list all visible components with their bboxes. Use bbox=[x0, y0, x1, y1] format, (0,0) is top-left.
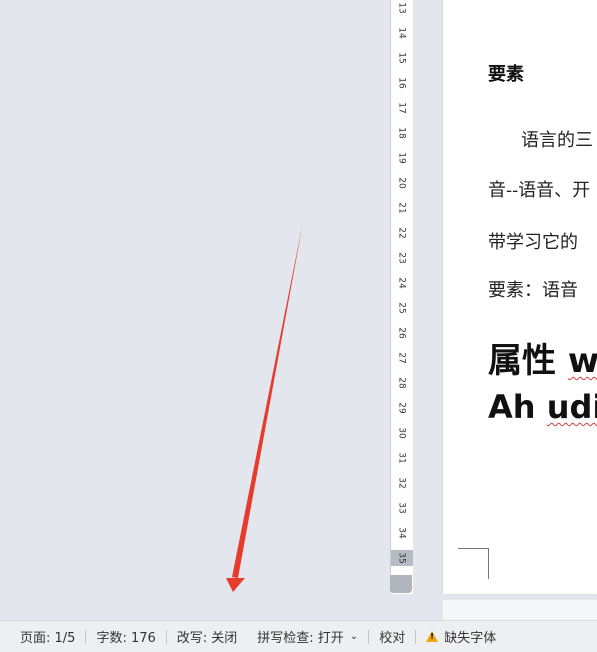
ruler-tick-label: 27 bbox=[396, 352, 407, 364]
ruler-tick-label: 26 bbox=[396, 327, 407, 339]
document-page[interactable]: 要素 语言的三 音--语音、开 带学习它的 要素：语音 属性 w Ah udi bbox=[443, 0, 597, 594]
paragraph-line: 要素：语音 bbox=[488, 280, 578, 301]
warning-icon bbox=[426, 631, 439, 642]
ruler-tick-label: 22 bbox=[396, 227, 407, 239]
large-heading-line-1: 属性 w bbox=[488, 333, 597, 382]
heading-text: 属性 bbox=[488, 341, 568, 381]
ruler-tick-label: 14 bbox=[396, 27, 407, 39]
spellcheck-flagged-text[interactable]: w bbox=[568, 341, 597, 381]
ruler-tick-23: 23 bbox=[391, 250, 413, 266]
ruler-tick-label: 30 bbox=[396, 427, 407, 439]
page-margin-corner-mark bbox=[458, 548, 489, 579]
ruler-tick-label: 20 bbox=[396, 177, 407, 189]
ruler-tick-26: 26 bbox=[391, 325, 413, 341]
ruler-tick-22: 22 bbox=[391, 225, 413, 241]
ruler-tick-label: 29 bbox=[396, 402, 407, 414]
ruler-tick-30: 30 bbox=[391, 425, 413, 441]
ruler-tick-27: 27 bbox=[391, 350, 413, 366]
ruler-end-marker bbox=[390, 575, 412, 593]
ruler-tick-25: 25 bbox=[391, 300, 413, 316]
ruler-tick-label: 25 bbox=[396, 302, 407, 314]
ruler-tick-label: 35 bbox=[396, 552, 407, 564]
annotation-red-arrow bbox=[226, 222, 303, 592]
proofread-button[interactable]: 校对 bbox=[369, 621, 415, 652]
ruler-tick-label: 24 bbox=[396, 277, 407, 289]
ruler-tick-label: 34 bbox=[396, 527, 407, 539]
page-indicator[interactable]: 页面: 1/5 bbox=[0, 621, 85, 652]
ruler-tick-label: 23 bbox=[396, 252, 407, 264]
ruler-tick-17: 17 bbox=[391, 100, 413, 116]
chevron-down-icon: ⌄ bbox=[349, 631, 359, 642]
spellcheck-label: 拼写检查: 打开 bbox=[257, 631, 344, 646]
ruler-tick-15: 15 bbox=[391, 50, 413, 66]
ruler-tick-13: 13 bbox=[391, 0, 413, 16]
vertical-ruler[interactable]: 13 14 15 16 17 18 19 20 21 22 23 24 25 26 27 28 29 30 31 32… bbox=[390, 0, 414, 594]
ruler-tick-16: 16 bbox=[391, 75, 413, 91]
ruler-tick-21: 21 bbox=[391, 200, 413, 216]
ruler-tick-label: 16 bbox=[396, 77, 407, 89]
overwrite-mode-toggle[interactable]: 改写: 关闭 bbox=[167, 621, 248, 652]
ruler-tick-24: 24 bbox=[391, 275, 413, 291]
ruler-tick-label: 33 bbox=[396, 502, 407, 514]
ruler-tick-label: 31 bbox=[396, 452, 407, 464]
ruler-tick-label: 17 bbox=[396, 102, 407, 114]
ruler-tick-label: 19 bbox=[396, 152, 407, 164]
paragraph-line: 音--语音、开 bbox=[488, 180, 591, 201]
ruler-tick-label: 13 bbox=[396, 2, 407, 14]
ruler-tick-20: 20 bbox=[391, 175, 413, 191]
ruler-tick-34: 34 bbox=[391, 525, 413, 541]
section-heading-small: 要素 bbox=[488, 64, 524, 85]
status-bar: 页面: 1/5 字数: 176 改写: 关闭 拼写检查: 打开 ⌄ 校对 缺失字… bbox=[0, 620, 597, 652]
ruler-tick-label: 32 bbox=[396, 477, 407, 489]
ruler-tick-29: 29 bbox=[391, 400, 413, 416]
missing-fonts-label: 缺失字体 bbox=[444, 631, 497, 646]
large-heading-line-2: Ah udi bbox=[488, 388, 597, 426]
ruler-tick-label: 28 bbox=[396, 377, 407, 389]
ruler-tick-28: 28 bbox=[391, 375, 413, 391]
ruler-tick-14: 14 bbox=[391, 25, 413, 41]
ruler-tick-label: 21 bbox=[396, 202, 407, 214]
ruler-tick-33: 33 bbox=[391, 500, 413, 516]
next-page-edge bbox=[443, 600, 597, 620]
ruler-tick-32: 32 bbox=[391, 475, 413, 491]
heading-text: Ah bbox=[488, 388, 547, 426]
ruler-tick-label: 15 bbox=[396, 52, 407, 64]
paragraph-line: 语言的三 bbox=[521, 130, 593, 151]
page-gap bbox=[413, 0, 443, 620]
missing-fonts-button[interactable]: 缺失字体 bbox=[416, 621, 506, 652]
ruler-tick-18: 18 bbox=[391, 125, 413, 141]
ruler-tick-19: 19 bbox=[391, 150, 413, 166]
spellcheck-toggle[interactable]: 拼写检查: 打开 ⌄ bbox=[247, 621, 368, 652]
spellcheck-flagged-text[interactable]: udi bbox=[547, 388, 597, 426]
ruler-tick-31: 31 bbox=[391, 450, 413, 466]
ruler-tick-35: 35 bbox=[391, 550, 413, 566]
word-count[interactable]: 字数: 176 bbox=[86, 621, 165, 652]
paragraph-line: 带学习它的 bbox=[488, 232, 578, 253]
ruler-tick-label: 18 bbox=[396, 127, 407, 139]
